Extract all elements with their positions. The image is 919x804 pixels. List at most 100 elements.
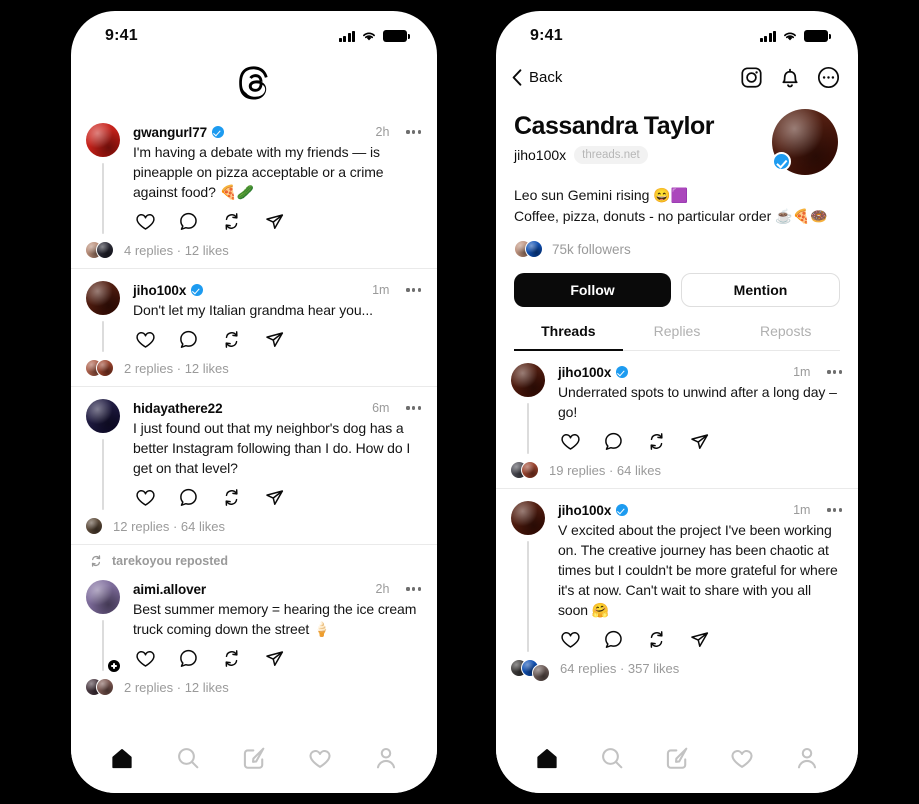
reply-icon[interactable] bbox=[603, 431, 624, 452]
home-feed-list[interactable]: gwangurl77 2h I'm having a debate with my … bbox=[71, 111, 437, 731]
post-meta-row[interactable]: 19 replies · 64 likes bbox=[510, 460, 844, 480]
bottom-tab-bar-right[interactable] bbox=[496, 731, 858, 793]
profile-avatar-wrap[interactable] bbox=[772, 109, 840, 175]
reply-icon[interactable] bbox=[178, 211, 199, 232]
post-meta-row[interactable]: 12 replies · 64 likes bbox=[85, 516, 423, 536]
post[interactable]: gwangurl77 2h I'm having a debate with my … bbox=[71, 111, 437, 269]
profile-icon[interactable] bbox=[373, 745, 399, 771]
post-body[interactable]: gwangurl77 2h I'm having a debate with my … bbox=[71, 111, 437, 269]
post[interactable]: jiho100x 1m Underrated spots to unwind aft… bbox=[496, 351, 858, 489]
like-icon[interactable] bbox=[135, 329, 156, 350]
post[interactable]: jiho100x 1m Don't let my Italian grandma h… bbox=[71, 269, 437, 387]
share-icon[interactable] bbox=[264, 211, 285, 232]
avatar[interactable] bbox=[86, 399, 120, 433]
post-username[interactable]: gwangurl77 bbox=[133, 125, 207, 140]
tab-compose[interactable] bbox=[241, 745, 267, 771]
post[interactable]: jiho100x 1m V excited about the project I'… bbox=[496, 489, 858, 686]
add-follow-badge-icon[interactable] bbox=[106, 658, 122, 674]
post-username[interactable]: jiho100x bbox=[133, 283, 186, 298]
compose-icon[interactable] bbox=[241, 745, 267, 771]
tab-activity[interactable] bbox=[307, 745, 333, 771]
profile-domain-chip[interactable]: threads.net bbox=[574, 146, 648, 164]
avatar[interactable] bbox=[511, 501, 545, 535]
post-meta-row[interactable]: 64 replies · 357 likes bbox=[510, 658, 844, 682]
tab-home[interactable] bbox=[534, 745, 560, 771]
tab-reposts[interactable]: Reposts bbox=[731, 323, 840, 350]
post-more-icon[interactable] bbox=[827, 508, 842, 512]
post-meta-text[interactable]: 4 replies · 12 likes bbox=[124, 243, 229, 258]
avatar[interactable] bbox=[86, 580, 120, 614]
reply-icon[interactable] bbox=[178, 329, 199, 350]
activity-icon[interactable] bbox=[307, 745, 333, 771]
tab-compose[interactable] bbox=[664, 745, 690, 771]
repost-icon[interactable] bbox=[221, 648, 242, 669]
post-username[interactable]: aimi.allover bbox=[133, 582, 206, 597]
avatar[interactable] bbox=[86, 281, 120, 315]
post-username[interactable]: jiho100x bbox=[558, 365, 611, 380]
post[interactable]: hidayathere22 6m I just found out that my … bbox=[71, 387, 437, 545]
home-icon[interactable] bbox=[534, 745, 560, 771]
post-meta-text[interactable]: 64 replies · 357 likes bbox=[560, 661, 679, 676]
tab-profile[interactable] bbox=[794, 745, 820, 771]
share-icon[interactable] bbox=[264, 329, 285, 350]
like-icon[interactable] bbox=[135, 487, 156, 508]
post-username[interactable]: jiho100x bbox=[558, 503, 611, 518]
profile-tabs[interactable]: Threads Replies Reposts bbox=[514, 323, 840, 351]
follow-button[interactable]: Follow bbox=[514, 273, 671, 307]
tab-home[interactable] bbox=[109, 745, 135, 771]
post-meta-text[interactable]: 19 replies · 64 likes bbox=[549, 463, 661, 478]
post-username[interactable]: hidayathere22 bbox=[133, 401, 223, 416]
profile-icon[interactable] bbox=[794, 745, 820, 771]
tab-search[interactable] bbox=[599, 745, 625, 771]
more-circle-icon[interactable] bbox=[817, 66, 840, 89]
post-body[interactable]: jiho100x 1m V excited about the project I'… bbox=[496, 489, 858, 686]
reply-icon[interactable] bbox=[178, 648, 199, 669]
post-more-icon[interactable] bbox=[827, 370, 842, 374]
post-body[interactable]: jiho100x 1m Underrated spots to unwind aft… bbox=[496, 351, 858, 489]
post-more-icon[interactable] bbox=[406, 406, 421, 410]
reply-icon[interactable] bbox=[603, 629, 624, 650]
post-meta-text[interactable]: 2 replies · 12 likes bbox=[124, 361, 229, 376]
search-icon[interactable] bbox=[599, 745, 625, 771]
repost-icon[interactable] bbox=[221, 487, 242, 508]
post-meta-row[interactable]: 4 replies · 12 likes bbox=[85, 240, 423, 260]
tab-search[interactable] bbox=[175, 745, 201, 771]
post-more-icon[interactable] bbox=[406, 587, 421, 591]
share-icon[interactable] bbox=[689, 629, 710, 650]
compose-icon[interactable] bbox=[664, 745, 690, 771]
repost-icon[interactable] bbox=[646, 431, 667, 452]
post-more-icon[interactable] bbox=[406, 130, 421, 134]
post-meta-text[interactable]: 12 replies · 64 likes bbox=[113, 519, 225, 534]
post-more-icon[interactable] bbox=[406, 288, 421, 292]
like-icon[interactable] bbox=[560, 629, 581, 650]
mention-button[interactable]: Mention bbox=[681, 273, 840, 307]
back-button[interactable]: Back bbox=[512, 69, 562, 86]
tab-replies[interactable]: Replies bbox=[623, 323, 732, 350]
like-icon[interactable] bbox=[560, 431, 581, 452]
instagram-icon[interactable] bbox=[740, 66, 763, 89]
tab-profile[interactable] bbox=[373, 745, 399, 771]
activity-icon[interactable] bbox=[729, 745, 755, 771]
share-icon[interactable] bbox=[264, 487, 285, 508]
bottom-tab-bar-left[interactable] bbox=[71, 731, 437, 793]
post-meta-row[interactable]: 2 replies · 12 likes bbox=[85, 677, 423, 697]
repost-icon[interactable] bbox=[646, 629, 667, 650]
tab-threads[interactable]: Threads bbox=[514, 323, 623, 351]
post-body[interactable]: jiho100x 1m Don't let my Italian grandma h… bbox=[71, 269, 437, 387]
post-meta-text[interactable]: 2 replies · 12 likes bbox=[124, 680, 229, 695]
share-icon[interactable] bbox=[689, 431, 710, 452]
tab-activity[interactable] bbox=[729, 745, 755, 771]
reply-icon[interactable] bbox=[178, 487, 199, 508]
followers-row[interactable]: 75k followers bbox=[514, 239, 840, 259]
repost-icon[interactable] bbox=[221, 211, 242, 232]
post[interactable]: tarekoyou reposted aimi.allover 2h Best sum… bbox=[71, 545, 437, 705]
avatar[interactable] bbox=[511, 363, 545, 397]
post-body[interactable]: hidayathere22 6m I just found out that my … bbox=[71, 387, 437, 545]
home-icon[interactable] bbox=[109, 745, 135, 771]
post-meta-row[interactable]: 2 replies · 12 likes bbox=[85, 358, 423, 378]
search-icon[interactable] bbox=[175, 745, 201, 771]
avatar[interactable] bbox=[86, 123, 120, 157]
post-body[interactable]: aimi.allover 2h Best summer memory = heari… bbox=[71, 568, 437, 705]
like-icon[interactable] bbox=[135, 211, 156, 232]
like-icon[interactable] bbox=[135, 648, 156, 669]
